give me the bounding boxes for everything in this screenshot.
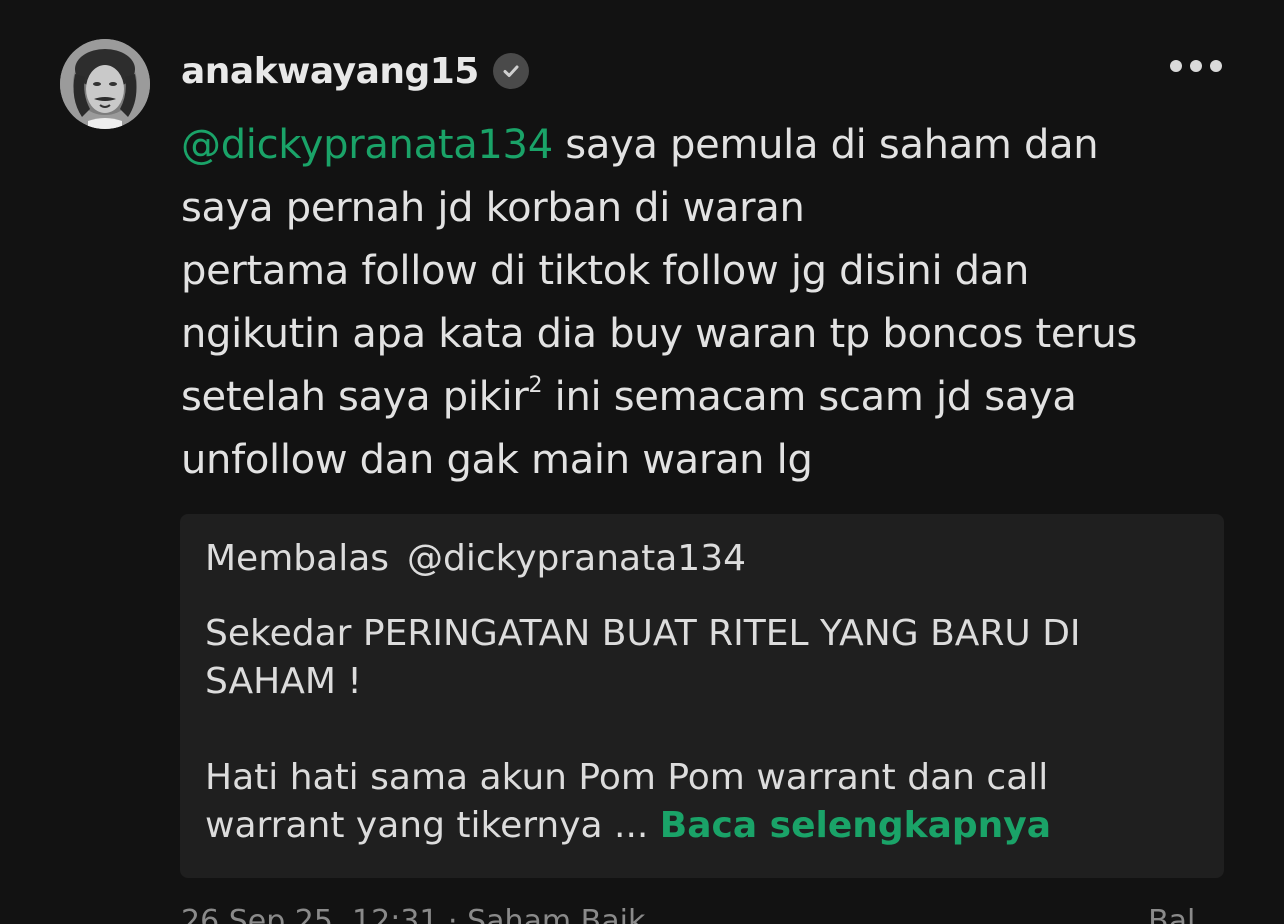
post-line: @dickypranata134 saya pemula di saham da… <box>181 114 1241 177</box>
post-line: ngikutin apa kata dia buy waran tp bonco… <box>181 311 1137 357</box>
post-footer: 26 Sep 25, 12:31 · Saham Baik... Bal... <box>181 904 1224 924</box>
post-body: @dickypranata134 saya pemula di saham da… <box>181 114 1241 492</box>
more-horizontal-icon <box>1210 60 1222 72</box>
post-card: anakwayang15 @dickypranata134 saya pemul… <box>0 0 1284 924</box>
check-badge-icon <box>492 53 529 89</box>
quote-text: warrant yang tikernya ... <box>205 805 660 846</box>
reply-to-user[interactable]: @dickypranata134 <box>407 538 746 579</box>
quote-line: Sekedar PERINGATAN BUAT RITEL YANG BARU … <box>205 613 1081 654</box>
footer-right-action[interactable]: Bal... <box>1148 904 1224 924</box>
quoted-text: Sekedar PERINGATAN BUAT RITEL YANG BARU … <box>205 610 1195 850</box>
post-line: unfollow dan gak main waran lg <box>181 437 813 483</box>
username[interactable]: anakwayang15 <box>181 51 479 92</box>
post-text: setelah saya pikir <box>181 374 529 420</box>
more-horizontal-icon <box>1190 60 1202 72</box>
avatar[interactable] <box>60 39 150 129</box>
more-horizontal-icon <box>1170 60 1182 72</box>
post-text: saya pemula di saham dan <box>552 122 1099 168</box>
superscript: 2 <box>528 372 543 398</box>
post-meta: 26 Sep 25, 12:31 · Saham Baik... <box>181 904 674 924</box>
quote-line: Hati hati sama akun Pom Pom warrant dan … <box>205 757 1049 798</box>
post-line: setelah saya pikir2 ini semacam scam jd … <box>181 366 1241 429</box>
avatar-image <box>60 39 150 129</box>
quote-line: warrant yang tikernya ... Baca selengkap… <box>205 802 1195 850</box>
more-options-button[interactable] <box>1170 60 1222 72</box>
read-more-link[interactable]: Baca selengkapnya <box>660 805 1051 846</box>
reply-label: Membalas <box>205 538 390 579</box>
mention-link[interactable]: @dickypranata134 <box>181 122 553 168</box>
post-line: pertama follow di tiktok follow jg disin… <box>181 248 1030 294</box>
post-line: saya pernah jd korban di waran <box>181 185 805 231</box>
reply-header: Membalas @dickypranata134 <box>205 538 746 579</box>
quoted-post[interactable]: Membalas @dickypranata134 Sekedar PERINGA… <box>180 514 1224 878</box>
post-text: ini semacam scam jd saya <box>542 374 1077 420</box>
post-header: anakwayang15 <box>181 46 529 96</box>
quote-line: SAHAM ! <box>205 661 362 702</box>
